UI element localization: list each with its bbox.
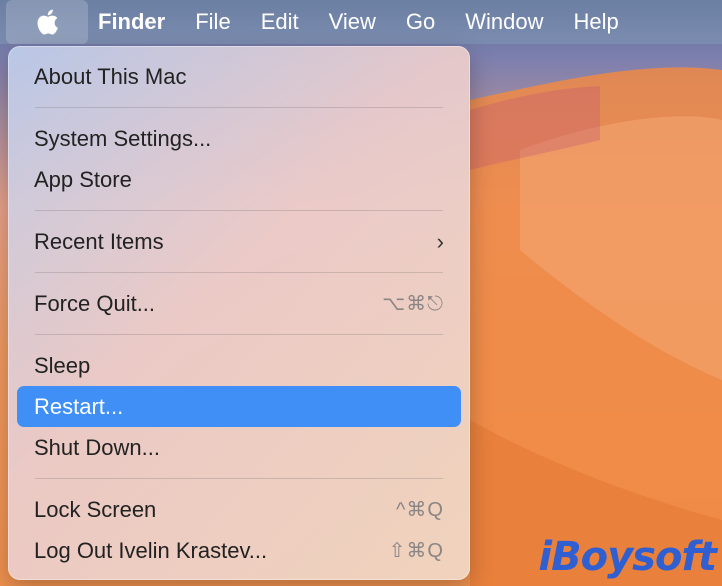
menu-item-force-quit[interactable]: Force Quit... ⌥⌘⎋ bbox=[17, 283, 461, 324]
menu-item-shut-down[interactable]: Shut Down... bbox=[17, 427, 461, 468]
menu-item-label: Sleep bbox=[34, 352, 91, 378]
log-out-shortcut: ⇧⌘Q bbox=[388, 540, 444, 562]
menu-separator bbox=[35, 272, 443, 273]
menubar-file[interactable]: File bbox=[180, 0, 245, 44]
menubar-help[interactable]: Help bbox=[559, 0, 634, 44]
menu-item-recent-items[interactable]: Recent Items › bbox=[17, 221, 461, 262]
menu-separator bbox=[35, 210, 443, 211]
menu-item-sleep[interactable]: Sleep bbox=[17, 345, 461, 386]
chevron-right-icon: › bbox=[436, 228, 444, 254]
menu-item-restart[interactable]: Restart... bbox=[17, 386, 461, 427]
menubar-go[interactable]: Go bbox=[391, 0, 450, 44]
apple-logo-icon bbox=[37, 9, 58, 35]
menu-item-system-settings[interactable]: System Settings... bbox=[17, 118, 461, 159]
menu-item-app-store[interactable]: App Store bbox=[17, 159, 461, 200]
menu-bar: Finder File Edit View Go Window Help bbox=[0, 0, 722, 44]
menu-separator bbox=[35, 107, 443, 108]
iboysoft-watermark: iBoysoft bbox=[538, 534, 717, 580]
menu-item-label: Recent Items bbox=[34, 228, 164, 254]
menu-item-lock-screen[interactable]: Lock Screen ^⌘Q bbox=[17, 489, 461, 530]
lock-screen-shortcut: ^⌘Q bbox=[396, 499, 444, 521]
menu-item-label: Restart... bbox=[34, 393, 124, 419]
menu-separator bbox=[35, 334, 443, 335]
menu-item-label: App Store bbox=[34, 166, 132, 192]
apple-menu: About This Mac System Settings... App St… bbox=[8, 46, 470, 580]
menubar-view[interactable]: View bbox=[314, 0, 391, 44]
menu-item-label: Shut Down... bbox=[34, 434, 160, 460]
menu-item-label: Lock Screen bbox=[34, 496, 157, 522]
menubar-finder[interactable]: Finder bbox=[88, 0, 180, 44]
menu-item-log-out[interactable]: Log Out Ivelin Krastev... ⇧⌘Q bbox=[17, 530, 461, 571]
menu-item-label: Force Quit... bbox=[34, 290, 156, 316]
menu-item-label: About This Mac bbox=[34, 63, 187, 89]
menu-item-label: Log Out Ivelin Krastev... bbox=[34, 537, 268, 563]
menubar-edit[interactable]: Edit bbox=[246, 0, 314, 44]
apple-menu-button[interactable] bbox=[6, 0, 88, 44]
menubar-window[interactable]: Window bbox=[450, 0, 558, 44]
menu-separator bbox=[35, 478, 443, 479]
menu-item-about-this-mac[interactable]: About This Mac bbox=[17, 56, 461, 97]
menu-item-label: System Settings... bbox=[34, 125, 212, 151]
force-quit-shortcut: ⌥⌘⎋ bbox=[382, 293, 444, 315]
